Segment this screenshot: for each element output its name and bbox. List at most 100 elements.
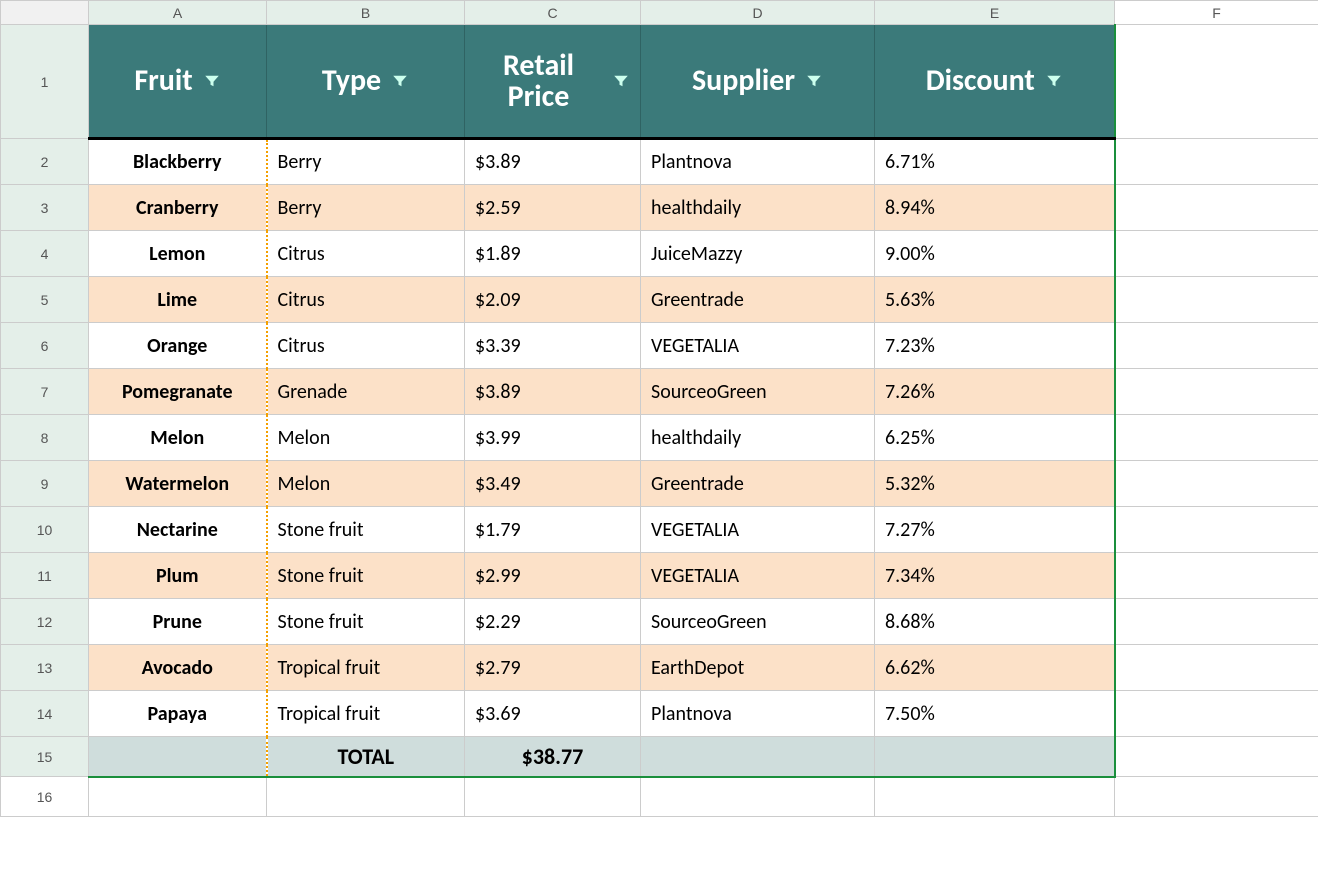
cell-price[interactable]: $3.99 [465,415,641,461]
col-header-D[interactable]: D [641,1,875,25]
cell-supplier[interactable]: healthdaily [641,185,875,231]
cell-D16[interactable] [641,777,875,817]
row-header-13[interactable]: 13 [1,645,89,691]
row-header-7[interactable]: 7 [1,369,89,415]
cell-discount[interactable]: 5.63% [875,277,1115,323]
total-label[interactable]: TOTAL [267,737,465,777]
cell-F3[interactable] [1115,185,1318,231]
cell-fruit[interactable]: Pomegranate [89,369,267,415]
cell-supplier[interactable]: VEGETALIA [641,553,875,599]
row-header-2[interactable]: 2 [1,139,89,185]
cell-F8[interactable] [1115,415,1318,461]
cell-price[interactable]: $2.99 [465,553,641,599]
cell-price[interactable]: $3.69 [465,691,641,737]
cell-type[interactable]: Stone fruit [267,599,465,645]
row-header-8[interactable]: 8 [1,415,89,461]
cell-price[interactable]: $3.89 [465,369,641,415]
cell-type[interactable]: Berry [267,139,465,185]
cell-fruit[interactable]: Plum [89,553,267,599]
row-header-10[interactable]: 10 [1,507,89,553]
cell-F5[interactable] [1115,277,1318,323]
row-header-6[interactable]: 6 [1,323,89,369]
cell-discount[interactable]: 8.94% [875,185,1115,231]
cell-fruit[interactable]: Melon [89,415,267,461]
cell-supplier[interactable]: SourceoGreen [641,599,875,645]
cell-F12[interactable] [1115,599,1318,645]
cell-type[interactable]: Citrus [267,277,465,323]
row-header-15[interactable]: 15 [1,737,89,777]
cell-price[interactable]: $2.79 [465,645,641,691]
cell-F14[interactable] [1115,691,1318,737]
cell-supplier[interactable]: Greentrade [641,277,875,323]
cell-discount[interactable]: 7.34% [875,553,1115,599]
row-header-11[interactable]: 11 [1,553,89,599]
header-type[interactable]: Type [267,25,465,139]
filter-icon[interactable] [805,72,823,90]
cell-E16[interactable] [875,777,1115,817]
cell-F7[interactable] [1115,369,1318,415]
cell-fruit[interactable]: Lime [89,277,267,323]
filter-icon[interactable] [203,72,221,90]
cell-discount[interactable]: 7.23% [875,323,1115,369]
col-header-C[interactable]: C [465,1,641,25]
cell-fruit[interactable]: Prune [89,599,267,645]
cell-type[interactable]: Citrus [267,231,465,277]
cell-discount[interactable]: 5.32% [875,461,1115,507]
cell-price[interactable]: $3.39 [465,323,641,369]
cell-supplier[interactable]: Greentrade [641,461,875,507]
cell-price[interactable]: $1.89 [465,231,641,277]
cell-A16[interactable] [89,777,267,817]
cell-F11[interactable] [1115,553,1318,599]
cell-type[interactable]: Tropical fruit [267,691,465,737]
row-header-3[interactable]: 3 [1,185,89,231]
row-header-1[interactable]: 1 [1,25,89,139]
row-header-5[interactable]: 5 [1,277,89,323]
filter-icon[interactable] [391,72,409,90]
total-value[interactable]: $38.77 [465,737,641,777]
cell-supplier[interactable]: SourceoGreen [641,369,875,415]
cell-fruit[interactable]: Lemon [89,231,267,277]
cell-type[interactable]: Stone fruit [267,507,465,553]
cell-supplier[interactable]: Plantnova [641,139,875,185]
total-blank-E[interactable] [875,737,1115,777]
cell-fruit[interactable]: Nectarine [89,507,267,553]
cell-F10[interactable] [1115,507,1318,553]
cell-type[interactable]: Melon [267,415,465,461]
col-header-B[interactable]: B [267,1,465,25]
cell-C16[interactable] [465,777,641,817]
cell-fruit[interactable]: Avocado [89,645,267,691]
col-header-A[interactable]: A [89,1,267,25]
cell-F16[interactable] [1115,777,1318,817]
cell-discount[interactable]: 6.25% [875,415,1115,461]
cell-supplier[interactable]: VEGETALIA [641,323,875,369]
cell-F13[interactable] [1115,645,1318,691]
cell-type[interactable]: Berry [267,185,465,231]
spreadsheet[interactable]: A B C D E F 1 Fruit Type Retail Price [0,0,1318,817]
cell-price[interactable]: $2.59 [465,185,641,231]
cell-discount[interactable]: 8.68% [875,599,1115,645]
cell-type[interactable]: Melon [267,461,465,507]
cell-fruit[interactable]: Watermelon [89,461,267,507]
cell-F6[interactable] [1115,323,1318,369]
col-header-E[interactable]: E [875,1,1115,25]
cell-F2[interactable] [1115,139,1318,185]
filter-icon[interactable] [612,72,630,90]
cell-type[interactable]: Tropical fruit [267,645,465,691]
cell-price[interactable]: $3.49 [465,461,641,507]
cell-price[interactable]: $3.89 [465,139,641,185]
cell-price[interactable]: $2.29 [465,599,641,645]
cell-discount[interactable]: 7.27% [875,507,1115,553]
cell-supplier[interactable]: healthdaily [641,415,875,461]
cell-type[interactable]: Citrus [267,323,465,369]
row-header-14[interactable]: 14 [1,691,89,737]
cell-price[interactable]: $2.09 [465,277,641,323]
cell-F9[interactable] [1115,461,1318,507]
select-all-corner[interactable] [1,1,89,25]
cell-fruit[interactable]: Papaya [89,691,267,737]
cell-F15[interactable] [1115,737,1318,777]
cell-price[interactable]: $1.79 [465,507,641,553]
cell-discount[interactable]: 7.50% [875,691,1115,737]
cell-fruit[interactable]: Blackberry [89,139,267,185]
row-header-4[interactable]: 4 [1,231,89,277]
cell-supplier[interactable]: Plantnova [641,691,875,737]
